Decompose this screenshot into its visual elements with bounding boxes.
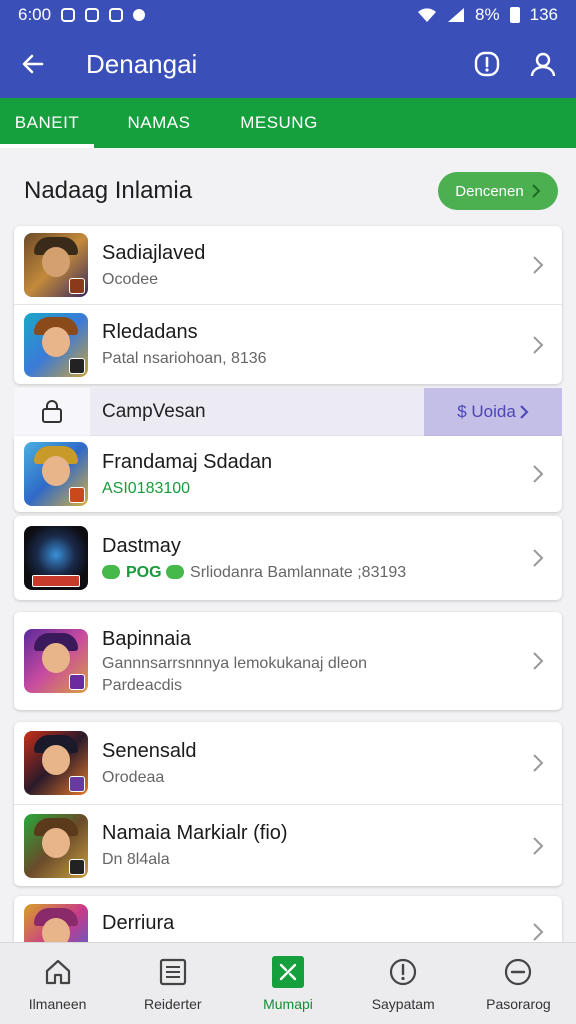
status-bar: 6:00 8% 136	[0, 0, 576, 30]
nav-item-map[interactable]: Mumapi	[230, 943, 345, 1024]
alert-icon[interactable]	[474, 51, 500, 77]
battery-icon	[509, 7, 520, 23]
list-icon	[159, 958, 186, 985]
alert-circle-icon	[390, 958, 417, 985]
chevron-right-icon	[533, 836, 544, 855]
nav-item-home[interactable]: Ilmaneen	[0, 943, 115, 1024]
chevron-right-icon	[533, 923, 544, 941]
lock-box	[14, 388, 90, 436]
app-prefix: POG	[126, 563, 162, 581]
tab-mesung[interactable]: MESUNG	[224, 98, 334, 148]
tab-label: MESUNG	[240, 113, 318, 132]
app-subtitle: Orodeaa	[102, 768, 165, 786]
back-arrow-icon[interactable]	[20, 51, 46, 77]
home-icon	[45, 959, 70, 984]
nav-item-list[interactable]: Reiderter	[115, 943, 230, 1024]
section-header: Nadaag Inlamia Dencenen	[24, 170, 558, 212]
notification-icon	[109, 8, 124, 22]
chevron-right-icon	[533, 465, 544, 483]
app-icon	[24, 731, 88, 795]
list-item[interactable]: Frandamaj Sdadan ASI0183100	[14, 436, 562, 512]
app-subtitle: Gannnsarrsnnnya lemokukanaj dleon	[102, 654, 368, 672]
tab-baneit[interactable]: BANEIT	[0, 98, 94, 148]
chevron-right-icon	[533, 652, 544, 670]
app-bar: Denangai	[0, 30, 576, 98]
app-list-card: Sadiajlaved Ocodee Rledadans Patal nsari…	[14, 226, 562, 384]
app-subtitle-line: POG Srliodanra Bamlannate ;83193	[102, 564, 406, 582]
chevron-right-icon	[520, 405, 529, 419]
nav-label: Saypatam	[371, 995, 435, 1012]
app-subtitle: Srliodanra Bamlannate ;83193	[190, 563, 407, 581]
play-badge-icon	[166, 565, 185, 580]
chevron-right-icon	[533, 335, 544, 354]
app-subtitle: Ocodee	[102, 270, 159, 288]
list-item[interactable]: Senensald Orodeaa	[14, 722, 562, 804]
status-number: 136	[529, 5, 558, 24]
section-button-label: Dencenen	[455, 182, 524, 200]
minus-circle-icon	[505, 958, 532, 985]
battery-percent: 8%	[475, 5, 500, 24]
play-badge-icon	[102, 565, 120, 580]
list-item[interactable]: Sadiajlaved Ocodee	[14, 226, 562, 304]
list-item[interactable]: Namaia Markialr (fio) Dn 8l4ala	[14, 804, 562, 886]
bag-icon	[42, 400, 62, 423]
notification-dot-icon	[133, 9, 146, 21]
app-name: Frandamaj Sdadan	[102, 450, 273, 473]
app-icon	[24, 526, 88, 590]
bottom-nav: Ilmaneen Reiderter Mumapi Saypatam Pasor…	[0, 942, 576, 1024]
nav-item-alerts[interactable]: Saypatam	[346, 943, 461, 1024]
app-subtitle-2: Pardeacdis	[102, 676, 183, 694]
tab-bar: BANEIT NAMAS MESUNG	[0, 98, 576, 148]
wifi-icon	[418, 8, 437, 22]
app-icon	[24, 312, 88, 377]
app-icon	[24, 442, 88, 506]
app-subtitle: Patal nsariohoan, 8136	[102, 350, 267, 367]
nav-item-settings[interactable]: Pasorarog	[461, 943, 576, 1024]
app-list-card: Senensald Orodeaa Namaia Markialr (fio) …	[14, 722, 562, 886]
signal-icon	[448, 8, 465, 22]
nav-label: Mumapi	[263, 995, 313, 1012]
promo-price: $ Uoida	[457, 402, 516, 421]
promo-row[interactable]: CampVesan $ Uoida	[14, 388, 562, 436]
app-name: Derriura	[102, 912, 175, 934]
notification-icon	[85, 8, 100, 22]
list-item[interactable]: Bapinnaia Gannnsarrsnnnya lemokukanaj dl…	[14, 612, 562, 710]
app-name: Rledadans	[102, 321, 198, 343]
app-subtitle: Dn 8l4ala	[102, 851, 170, 868]
nav-label: Ilmaneen	[28, 995, 87, 1012]
nav-label: Pasorarog	[486, 995, 551, 1012]
status-time: 6:00	[18, 5, 52, 24]
app-list-card: Bapinnaia Gannnsarrsnnnya lemokukanaj dl…	[14, 612, 562, 710]
app-list-card: Frandamaj Sdadan ASI0183100	[14, 436, 562, 512]
list-item[interactable]: Rledadans Patal nsariohoan, 8136	[14, 304, 562, 384]
tab-namas[interactable]: NAMAS	[94, 98, 224, 148]
app-name: Sadiajlaved	[102, 241, 206, 264]
app-icon	[24, 233, 88, 297]
app-icon	[24, 813, 88, 878]
app-subtitle: ASI0183100	[102, 479, 191, 497]
map-icon	[279, 963, 297, 980]
notification-icon	[61, 8, 76, 22]
chevron-right-icon	[533, 754, 544, 772]
app-list-card: Dastmay POG Srliodanra Bamlannate ;83193	[14, 516, 562, 600]
chevron-right-icon	[533, 256, 544, 274]
tab-label: BANEIT	[14, 113, 80, 132]
app-name: Bapinnaia	[102, 627, 191, 650]
promo-label: CampVesan	[102, 401, 206, 422]
profile-icon[interactable]	[530, 51, 556, 77]
promo-price-button[interactable]: $ Uoida	[424, 388, 562, 436]
section-action-button[interactable]: Dencenen	[438, 172, 558, 210]
app-name: Namaia Markialr (fio)	[102, 822, 288, 844]
app-name: Dastmay	[102, 534, 181, 557]
section-title: Nadaag Inlamia	[24, 177, 193, 204]
chevron-right-icon	[533, 549, 544, 567]
nav-label: Reiderter	[144, 995, 202, 1012]
tab-label: NAMAS	[127, 113, 191, 132]
page-title: Denangai	[86, 48, 198, 79]
app-icon	[24, 629, 88, 693]
chevron-right-icon	[531, 184, 541, 198]
list-item[interactable]: Dastmay POG Srliodanra Bamlannate ;83193	[14, 516, 562, 600]
app-name: Senensald	[102, 739, 197, 762]
